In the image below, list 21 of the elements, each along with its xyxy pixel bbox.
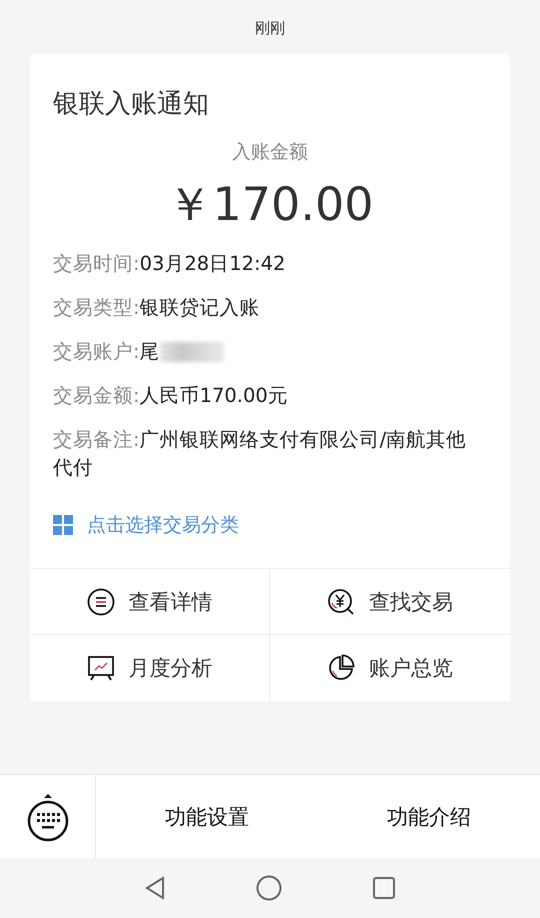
keyboard-icon xyxy=(26,792,68,842)
detail-line: 交易时间:03月28日12:42 xyxy=(53,251,286,277)
search-icon xyxy=(327,588,355,616)
action-button[interactable]: 月度分析 xyxy=(30,635,270,701)
pie-chart-icon xyxy=(327,654,355,682)
detail-label: 交易账户: xyxy=(53,339,140,365)
amount: ￥170.00 xyxy=(166,176,374,233)
recents-icon[interactable] xyxy=(372,876,396,900)
amount-label: 入账金额 xyxy=(232,140,308,164)
home-icon[interactable] xyxy=(256,875,282,901)
chart-board-icon xyxy=(86,654,114,682)
detail-line: 交易类型:银联贷记入账 xyxy=(53,295,260,321)
action-button[interactable]: 查看详情 xyxy=(30,569,270,635)
timestamp: 刚刚 xyxy=(255,18,285,38)
list-icon xyxy=(86,588,114,616)
detail-value: 尾 xyxy=(140,339,160,365)
detail-line: 交易金额:人民币170.00元 xyxy=(53,383,288,409)
back-icon[interactable] xyxy=(144,876,166,900)
card-title: 银联入账通知 xyxy=(53,88,209,120)
grid-icon xyxy=(53,515,73,535)
detail-line: 交易备注:广州银联网络支付有限公司/南航其他代付 xyxy=(53,427,468,481)
